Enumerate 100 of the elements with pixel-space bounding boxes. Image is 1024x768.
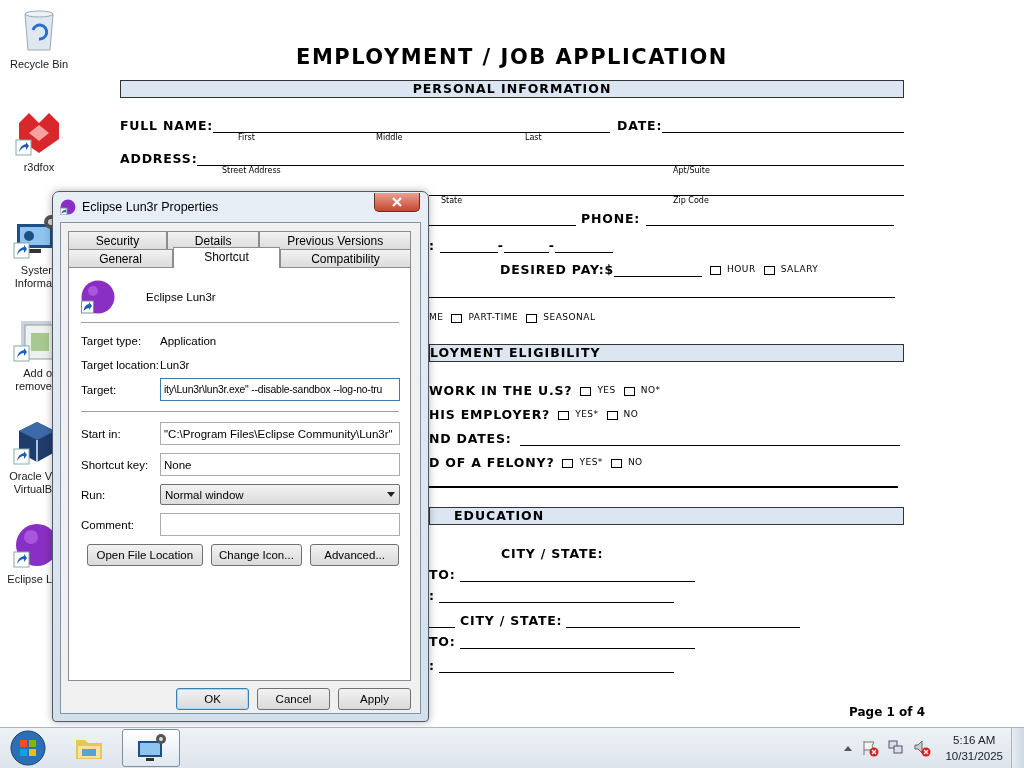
field-hint: Street Address xyxy=(222,166,282,175)
caret-icon xyxy=(387,492,395,497)
field-label: TO: xyxy=(429,634,456,649)
run-dropdown[interactable]: Normal window xyxy=(160,484,400,505)
document-title: EMPLOYMENT / JOB APPLICATION xyxy=(295,45,729,69)
field-label: DESIRED PAY: xyxy=(500,262,605,277)
checkbox[interactable] xyxy=(558,411,570,420)
dialog-button[interactable]: Apply xyxy=(338,688,411,710)
checkbox[interactable] xyxy=(562,459,574,468)
field-label: ADDRESS: xyxy=(120,151,198,166)
start-button[interactable] xyxy=(8,730,48,766)
field-label: Target: xyxy=(81,383,118,396)
input-field[interactable]: None xyxy=(160,453,400,476)
action-button[interactable]: Open File Location xyxy=(87,544,203,566)
clock-time[interactable]: 5:16 AM xyxy=(953,732,996,748)
checkbox[interactable] xyxy=(610,459,622,468)
field-label: ND DATES: xyxy=(429,431,512,446)
tab[interactable]: Compatibility xyxy=(280,249,411,267)
field-hint: Zip Code xyxy=(673,196,710,205)
question-label: D OF A FELONY? xyxy=(429,455,555,470)
checkbox[interactable] xyxy=(526,314,538,323)
checkbox[interactable] xyxy=(606,411,618,420)
desktop-icon-label[interactable]: r3dfox xyxy=(23,161,55,174)
field-hint: First xyxy=(238,133,256,142)
option-label: PART-TIME xyxy=(468,311,519,324)
checkbox[interactable] xyxy=(451,314,463,323)
field-label: CITY / STATE: xyxy=(460,613,563,628)
close-icon xyxy=(391,197,403,207)
option-label: YES xyxy=(597,384,616,397)
question-label: HIS EMPLOYER? xyxy=(429,407,551,422)
dialog-button[interactable]: OK xyxy=(176,688,249,710)
option-label: SALARY xyxy=(780,263,819,276)
field-label: FULL NAME: xyxy=(120,118,214,133)
field-label: PHONE: xyxy=(581,211,641,226)
checkbox[interactable] xyxy=(763,266,775,275)
tab[interactable]: General xyxy=(68,249,173,267)
field-hint: State xyxy=(441,196,464,205)
separator-text: - xyxy=(548,238,555,253)
question-label: WORK IN THE U.S? xyxy=(429,383,573,398)
separator-text: - xyxy=(497,238,504,253)
desktop-icon-label[interactable]: Eclipse L xyxy=(7,573,52,586)
option-label: HOUR xyxy=(727,263,756,276)
field-label: TO: xyxy=(429,567,456,582)
section-header: PERSONAL INFORMATION xyxy=(120,80,904,98)
option-label: YES* xyxy=(575,408,599,421)
page-number: Page 1 of 4 xyxy=(849,705,925,719)
dialog-button[interactable]: Cancel xyxy=(257,688,330,710)
system-info-icon xyxy=(135,732,167,764)
desktop-icon-label[interactable]: Recycle Bin xyxy=(9,58,69,71)
option-label: NO* xyxy=(640,384,661,397)
tab[interactable]: Previous Versions xyxy=(259,231,411,249)
option-label: NO xyxy=(627,456,643,469)
field-label: : xyxy=(429,588,435,603)
field-value: Application xyxy=(160,335,218,347)
field-label: Target type: xyxy=(81,335,143,347)
tab[interactable]: Shortcut xyxy=(173,247,280,268)
field-value: Lun3r xyxy=(160,359,191,371)
field-hint: Middle xyxy=(376,133,404,142)
option-label: YES* xyxy=(579,456,603,469)
network-icon[interactable] xyxy=(887,739,906,757)
desktop-icon-label[interactable]: Oracle V VirtualB xyxy=(9,470,52,496)
speaker-icon[interactable] xyxy=(913,739,932,757)
option-label: SEASONAL xyxy=(543,311,596,324)
tab[interactable]: Details xyxy=(167,231,260,249)
field-label: Shortcut key: xyxy=(81,458,150,471)
tab[interactable]: Security xyxy=(68,231,167,249)
checkbox[interactable] xyxy=(623,387,635,396)
field-label: : xyxy=(429,238,435,253)
flag-icon[interactable] xyxy=(861,739,880,757)
section-header: LOYMENT ELIGIBILITY xyxy=(429,344,904,362)
window-title: Eclipse Lun3r Properties xyxy=(82,200,219,214)
field-label: Target location: xyxy=(81,359,160,371)
field-hint: Apt/Suite xyxy=(673,166,711,175)
section-header: EDUCATION xyxy=(429,507,904,525)
input-field[interactable]: "C:\Program Files\Eclipse Community\Lun3r" xyxy=(160,422,400,445)
clock-date[interactable]: 10/31/2025 xyxy=(945,748,1003,764)
taskbar-button[interactable] xyxy=(122,729,180,767)
checkbox[interactable] xyxy=(710,266,721,275)
action-button[interactable]: Advanced... xyxy=(310,544,399,566)
app-name: Eclipse Lun3r xyxy=(146,291,216,303)
desktop-icon-label[interactable]: Add o remove xyxy=(15,367,52,393)
app-icon xyxy=(81,280,115,314)
currency-sign: $ xyxy=(604,262,614,277)
field-hint: Last xyxy=(525,133,543,142)
option-label: ME xyxy=(429,311,444,324)
option-label: NO xyxy=(623,408,639,421)
field-label: Run: xyxy=(81,488,107,501)
action-button[interactable]: Change Icon... xyxy=(210,544,303,566)
input-field[interactable] xyxy=(160,513,400,536)
app-icon xyxy=(60,199,76,215)
field-label: CITY / STATE: xyxy=(501,546,604,561)
field-label: Comment: xyxy=(81,518,136,531)
field-label: Start in: xyxy=(81,427,122,440)
close-button[interactable] xyxy=(374,193,420,212)
desktop-icon-label[interactable]: Syster Informa xyxy=(14,264,52,290)
field-label: DATE: xyxy=(617,118,663,133)
target-field[interactable]: ity\Lun3r\lun3r.exe" --disable-sandbox --log-no-tru xyxy=(160,378,400,401)
show-hidden-icons-icon[interactable] xyxy=(843,744,854,752)
checkbox[interactable] xyxy=(580,387,592,396)
field-label: : xyxy=(429,658,435,673)
